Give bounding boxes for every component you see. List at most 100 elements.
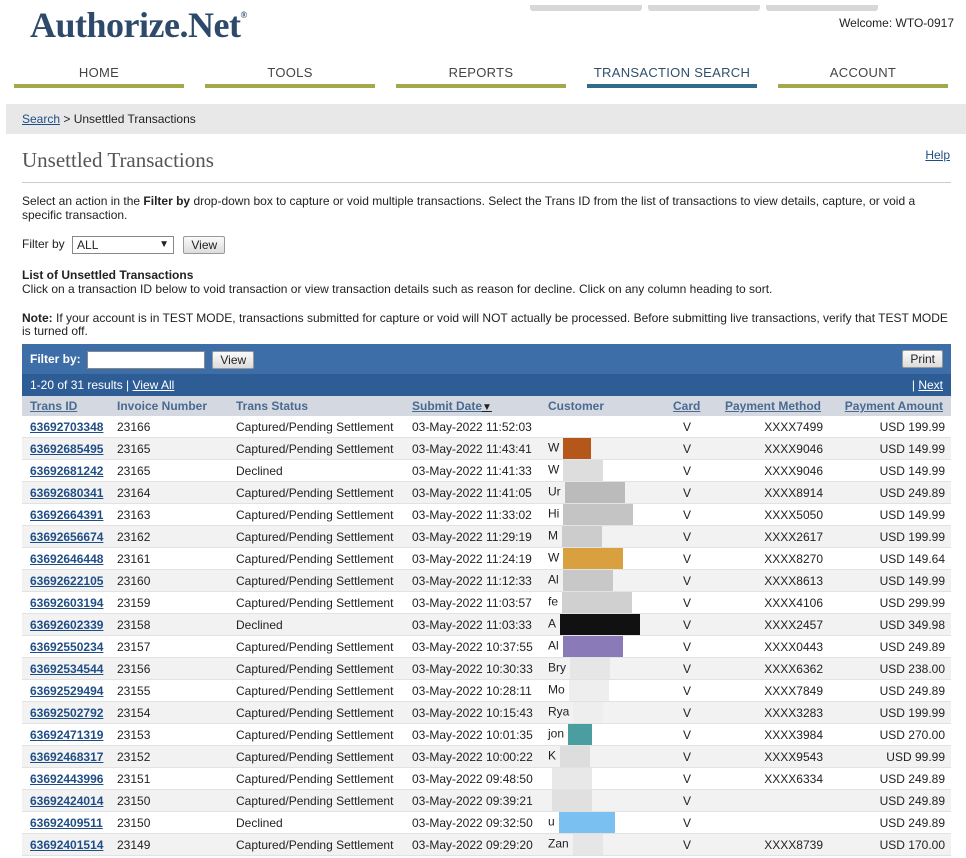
card-cell: V — [665, 811, 709, 834]
trans-id-link[interactable]: 63692502792 — [30, 706, 103, 720]
breadcrumb-search-link[interactable]: Search — [22, 112, 60, 126]
nav-item-tools[interactable]: TOOLS — [205, 64, 375, 88]
transactions-table: Trans ID Invoice Number Trans Status Sub… — [22, 396, 951, 856]
trans-id-link[interactable]: 63692409511 — [30, 816, 103, 830]
trans-id-link[interactable]: 63692529494 — [30, 684, 103, 698]
invoice-cell: 23154 — [109, 701, 228, 724]
customer-cell: W — [540, 459, 665, 482]
trans-id-link[interactable]: 63692443996 — [30, 772, 103, 786]
redaction-block — [568, 680, 609, 701]
col-submit-date[interactable]: Submit Date▼ — [404, 396, 540, 416]
top-filter: Filter by ALL ▼ View — [22, 236, 226, 254]
card-cell: V — [665, 745, 709, 768]
trans-id-cell[interactable]: 63692603194 — [22, 591, 109, 614]
customer-cell — [540, 416, 665, 438]
trans-id-link[interactable]: 63692656674 — [30, 530, 103, 544]
col-payment-amount[interactable]: Payment Amount — [829, 396, 951, 416]
trans-id-cell[interactable]: 63692680341 — [22, 481, 109, 504]
trans-id-cell[interactable]: 63692502792 — [22, 701, 109, 724]
filter-select[interactable]: ALL ▼ — [72, 236, 175, 254]
table-row: 63692502792 23154 Captured/Pending Settlem… — [22, 701, 951, 724]
trans-id-link[interactable]: 63692550234 — [30, 640, 103, 654]
trans-id-link[interactable]: 63692603194 — [30, 596, 103, 610]
trans-id-cell[interactable]: 63692681242 — [22, 459, 109, 482]
trans-id-cell[interactable]: 63692646448 — [22, 547, 109, 570]
nav-item-transaction-search[interactable]: TRANSACTION SEARCH — [587, 64, 757, 88]
trans-id-cell[interactable]: 63692471319 — [22, 723, 109, 746]
customer-name: Zan — [548, 836, 569, 851]
invoice-cell: 23158 — [109, 613, 228, 636]
payment-method-cell: XXXX5050 — [709, 503, 829, 526]
top-tab[interactable] — [648, 5, 760, 11]
help-link[interactable]: Help — [925, 148, 950, 162]
panel-view-button[interactable]: View — [212, 351, 255, 369]
payment-method-cell: XXXX0443 — [709, 635, 829, 658]
payment-amount-cell: USD 149.99 — [829, 503, 951, 526]
trans-id-cell[interactable]: 63692703348 — [22, 416, 109, 438]
trans-id-link[interactable]: 63692681242 — [30, 464, 103, 478]
customer-name: Bry — [548, 660, 566, 675]
trans-id-link[interactable]: 63692664391 — [30, 508, 103, 522]
col-trans-id[interactable]: Trans ID — [22, 396, 109, 416]
top-tab[interactable] — [766, 5, 878, 11]
status-cell: Captured/Pending Settlement — [228, 591, 404, 614]
status-cell: Captured/Pending Settlement — [228, 657, 404, 680]
payment-amount-cell: USD 238.00 — [829, 657, 951, 680]
trans-id-cell[interactable]: 63692443996 — [22, 767, 109, 790]
trans-id-cell[interactable]: 63692622105 — [22, 569, 109, 592]
panel-filter-select[interactable]: ALL ▼ — [87, 351, 206, 369]
next-page-link[interactable]: Next — [918, 378, 943, 392]
trans-id-cell[interactable]: 63692664391 — [22, 503, 109, 526]
submit-date-cell: 03-May-2022 11:52:03 — [404, 416, 540, 438]
trans-id-link[interactable]: 63692646448 — [30, 552, 103, 566]
nav-item-account[interactable]: ACCOUNT — [778, 64, 948, 88]
app-logo[interactable]: Authorize.Net® — [30, 4, 247, 46]
table-row: 63692680341 23164 Captured/Pending Settlem… — [22, 481, 951, 504]
col-invoice[interactable]: Invoice Number — [109, 396, 228, 416]
redaction-block — [552, 768, 592, 789]
top-tab[interactable] — [530, 5, 642, 11]
results-bar: 1-20 of 31 results | View All | Next — [22, 374, 951, 396]
trans-id-link[interactable]: 63692401514 — [30, 838, 103, 852]
submit-date-cell: 03-May-2022 11:41:33 — [404, 459, 540, 482]
trans-id-link[interactable]: 63692685495 — [30, 442, 103, 456]
trans-id-cell[interactable]: 63692685495 — [22, 437, 109, 460]
trans-id-link[interactable]: 63692622105 — [30, 574, 103, 588]
col-payment-method[interactable]: Payment Method — [709, 396, 829, 416]
top-tabs — [530, 0, 910, 11]
card-cell: V — [665, 701, 709, 724]
table-row: 63692703348 23166 Captured/Pending Settlem… — [22, 416, 951, 438]
payment-method-cell: XXXX2617 — [709, 525, 829, 548]
customer-name: W — [548, 462, 560, 477]
trans-id-cell[interactable]: 63692409511 — [22, 811, 109, 834]
view-button[interactable]: View — [183, 236, 226, 254]
trans-id-cell[interactable]: 63692529494 — [22, 679, 109, 702]
chevron-down-icon: ▼ — [190, 354, 201, 365]
trans-id-link[interactable]: 63692703348 — [30, 420, 103, 434]
trans-id-link[interactable]: 63692471319 — [30, 728, 103, 742]
nav-underline — [205, 84, 375, 88]
trans-id-link[interactable]: 63692680341 — [30, 486, 103, 500]
nav-item-home[interactable]: HOME — [14, 64, 184, 88]
trans-id-cell[interactable]: 63692550234 — [22, 635, 109, 658]
trans-id-link[interactable]: 63692468317 — [30, 750, 103, 764]
customer-name: M — [548, 528, 558, 543]
print-button[interactable]: Print — [902, 350, 943, 368]
trans-id-cell[interactable]: 63692534544 — [22, 657, 109, 680]
col-status[interactable]: Trans Status — [228, 396, 404, 416]
col-card[interactable]: Card — [665, 396, 709, 416]
trans-id-cell[interactable]: 63692401514 — [22, 833, 109, 856]
trans-id-cell[interactable]: 63692602339 — [22, 613, 109, 636]
intro-text: Select an action in the Filter by drop-d… — [22, 194, 942, 222]
trans-id-cell[interactable]: 63692468317 — [22, 745, 109, 768]
col-customer[interactable]: Customer — [540, 396, 665, 416]
payment-amount-cell: USD 249.89 — [829, 635, 951, 658]
trans-id-link[interactable]: 63692534544 — [30, 662, 103, 676]
trans-id-link[interactable]: 63692424014 — [30, 794, 103, 808]
customer-cell: K — [540, 745, 665, 768]
trans-id-link[interactable]: 63692602339 — [30, 618, 103, 632]
trans-id-cell[interactable]: 63692656674 — [22, 525, 109, 548]
trans-id-cell[interactable]: 63692424014 — [22, 789, 109, 812]
view-all-link[interactable]: View All — [133, 378, 175, 392]
nav-item-reports[interactable]: REPORTS — [396, 64, 566, 88]
